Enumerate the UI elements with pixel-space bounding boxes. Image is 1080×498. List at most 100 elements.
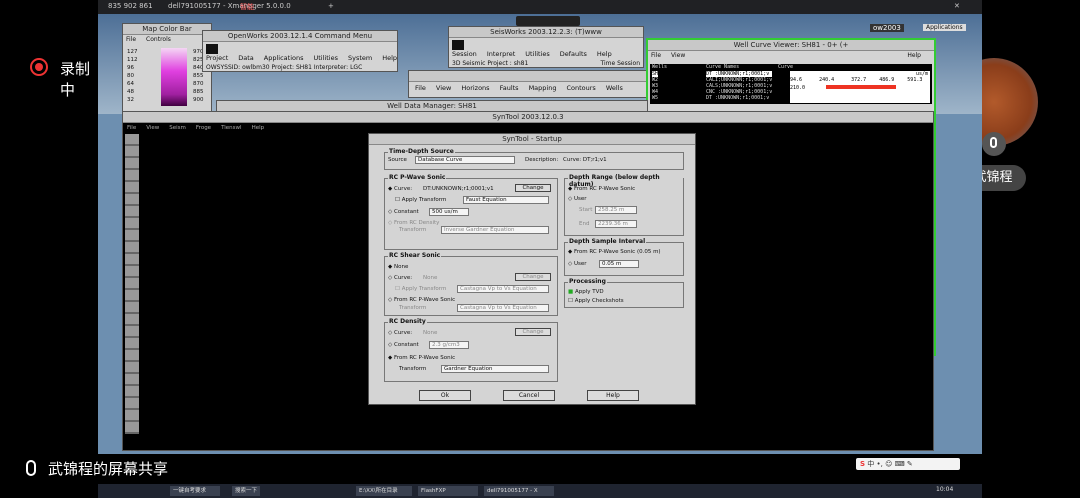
cancel-button[interactable]: Cancel [503, 390, 555, 401]
menu-view[interactable]: View [146, 125, 159, 131]
menu-help[interactable]: Help [382, 54, 397, 62]
mic-icon[interactable] [26, 460, 36, 476]
left-overlay: 录制中 [0, 0, 98, 498]
depth-from-pwave-radio[interactable]: ◆ From RC P-Wave Sonic [568, 186, 635, 192]
depth-user-radio[interactable]: ◇ User [568, 196, 587, 202]
shear-from-pwave-radio[interactable]: ◇ From RC P-Wave Sonic [388, 297, 455, 303]
menu-file[interactable]: File [126, 36, 136, 43]
map-color-bar-window: Map Color Bar File Controls 127 112 96 80 64 4… [122, 23, 212, 118]
close-icon[interactable]: ✕ [954, 2, 960, 10]
menu-file[interactable]: File [415, 84, 426, 92]
mic-icon[interactable] [982, 132, 1006, 156]
interval-user-radio[interactable]: ◇ User [568, 261, 587, 267]
curve-trace [826, 85, 896, 89]
menu-data[interactable]: Data [238, 54, 254, 62]
density-change-button[interactable]: Change [515, 328, 551, 336]
menu-view[interactable]: View [436, 84, 451, 92]
record-icon[interactable] [30, 58, 48, 76]
scale-left: 127 112 96 80 64 48 32 [127, 49, 138, 103]
syntool-menu: File View Seism Froge Tienswl Help [123, 123, 933, 133]
curve-scale: 94.6 240.4 372.7 486.9 591.3 [790, 77, 923, 83]
menu-horizons[interactable]: Horizons [461, 84, 489, 92]
menu-defaults[interactable]: Defaults [560, 50, 587, 58]
menu-file[interactable]: File [127, 125, 136, 131]
shear-apply-checkbox[interactable]: ☐ Apply Transform [395, 286, 446, 292]
pwave-apply-select[interactable]: Faust Equation [463, 196, 549, 204]
menu-applications[interactable]: Applications [264, 54, 304, 62]
menu-help[interactable]: Help [597, 50, 612, 58]
menu-file[interactable]: File [651, 52, 661, 59]
remote-taskbar: 一键自考要求 搜索一下 E:\XX\所在目录 FlashFXP dell7910… [98, 484, 982, 498]
share-label: 武锦程的屏幕共享 [48, 460, 169, 478]
density-constant-radio[interactable]: ◇ Constant [388, 342, 419, 348]
density-curve-radio[interactable]: ◇ Curve: [388, 330, 412, 336]
density-from-pwave-radio[interactable]: ◆ From RC P-Wave Sonic [388, 355, 455, 361]
menu-utilities[interactable]: Utilities [525, 50, 549, 58]
density-transform-select[interactable]: Gardner Equation [441, 365, 549, 373]
tool-palette[interactable] [125, 134, 139, 434]
pwave-transform-select[interactable]: Inverse Gardner Equation [441, 226, 549, 234]
menu-tienswl[interactable]: Tienswl [221, 125, 241, 131]
pwave-constant-input[interactable]: 500 us/m [429, 208, 469, 216]
pwave-from-density-radio[interactable]: ◇ From RC Density [388, 220, 439, 226]
pwave-apply-checkbox[interactable]: ☐ Apply Transform [395, 197, 446, 203]
menu-controls[interactable]: Controls [146, 36, 171, 43]
menu-view[interactable]: View [671, 52, 685, 59]
menu-help[interactable]: Help [907, 52, 921, 59]
pwave-transform-label: Transform [399, 227, 427, 233]
menu-session[interactable]: Session [452, 50, 477, 58]
apply-tvd-checkbox[interactable]: ■ Apply TVD [568, 289, 604, 295]
source-select[interactable]: Database Curve [415, 156, 515, 164]
shear-curve-radio[interactable]: ◇ Curve: [388, 275, 412, 281]
ime-toolbar[interactable]: S 中 •, ☺ ⌨ ✎ [856, 458, 960, 470]
menu-wells[interactable]: Wells [606, 84, 623, 92]
shear-change-button[interactable]: Change [515, 273, 551, 281]
pwave-constant-radio[interactable]: ◇ Constant [388, 209, 419, 215]
xmanager-tab-title[interactable]: dell791005177 - Xmanager 5.0.0.0 [168, 2, 291, 10]
density-constant-input[interactable]: 2.3 g/cm3 [429, 341, 469, 349]
interval-from-pwave-radio[interactable]: ◆ From RC P-Wave Sonic (0.05 m) [568, 249, 661, 255]
menu-seism[interactable]: Seism [169, 125, 186, 131]
interval-user-input[interactable]: 0.05 m [599, 260, 639, 268]
remote-toolbar[interactable] [516, 16, 580, 26]
density-transform-label: Transform [399, 366, 427, 372]
source-label: Source [388, 157, 407, 163]
openworks-title: OpenWorks 2003.12.1.4 Command Menu [203, 31, 397, 42]
seisworks-project: 3D Seismic Project : sh81 Time Session [452, 60, 640, 67]
taskbar-item[interactable]: dell791005177 - X [484, 486, 554, 496]
description-label: Description: [525, 157, 559, 163]
help-button[interactable]: Help [587, 390, 639, 401]
shear-none-radio[interactable]: ◆ None [388, 264, 408, 270]
menu-froge[interactable]: Froge [196, 125, 211, 131]
menu-mapping[interactable]: Mapping [529, 84, 557, 92]
depth-start-label: Start [579, 207, 593, 213]
openworks-window: OpenWorks 2003.12.1.4 Command Menu Proje… [202, 30, 398, 72]
pwave-change-button[interactable]: Change [515, 184, 551, 192]
menu-utilities[interactable]: Utilities [314, 54, 338, 62]
curve-plot[interactable]: us/m 94.6 240.4 372.7 486.9 591.3 210.0 [790, 71, 930, 103]
menu-interpret[interactable]: Interpret [487, 50, 515, 58]
taskbar-item[interactable]: E:\XX\所在目录 [356, 486, 412, 496]
menu-system[interactable]: System [348, 54, 372, 62]
tab-title[interactable]: 智能 [240, 2, 254, 12]
well-list[interactable]: SH W2 W3 W4 W5 [652, 71, 659, 101]
depth-start-input[interactable]: 258.25 m [595, 206, 637, 214]
menu-contours[interactable]: Contours [566, 84, 595, 92]
curve-list[interactable]: DT :UNKNOWN;r1;0001;v CALI;UNKNOWN;r1;000… [706, 71, 773, 101]
taskbar-item[interactable]: 一键自考要求 [170, 486, 220, 496]
shear-apply-select[interactable]: Castagna Vp to Vs Equation [457, 285, 549, 293]
new-tab-button[interactable]: + [328, 2, 334, 10]
taskbar-item[interactable]: 搜索一下 [232, 486, 260, 496]
apply-checkshots-checkbox[interactable]: ☐ Apply Checkshots [568, 298, 624, 304]
taskbar-item[interactable]: FlashFXP [418, 486, 478, 496]
applications-menu[interactable]: Applications [923, 24, 966, 31]
shear-transform-select[interactable]: Castagna Vp to Vs Equation [457, 304, 549, 312]
ok-button[interactable]: Ok [419, 390, 471, 401]
menu-help[interactable]: Help [252, 125, 265, 131]
menu-project[interactable]: Project [206, 54, 228, 62]
right-overlay: 武锦程 [950, 0, 1080, 498]
depth-end-input[interactable]: 2239.36 m [595, 220, 637, 228]
menu-faults[interactable]: Faults [500, 84, 519, 92]
density-group: RC Density ◇ Curve: None Change ◇ Consta… [384, 318, 558, 382]
pwave-curve-radio[interactable]: ◆ Curve: [388, 186, 412, 192]
